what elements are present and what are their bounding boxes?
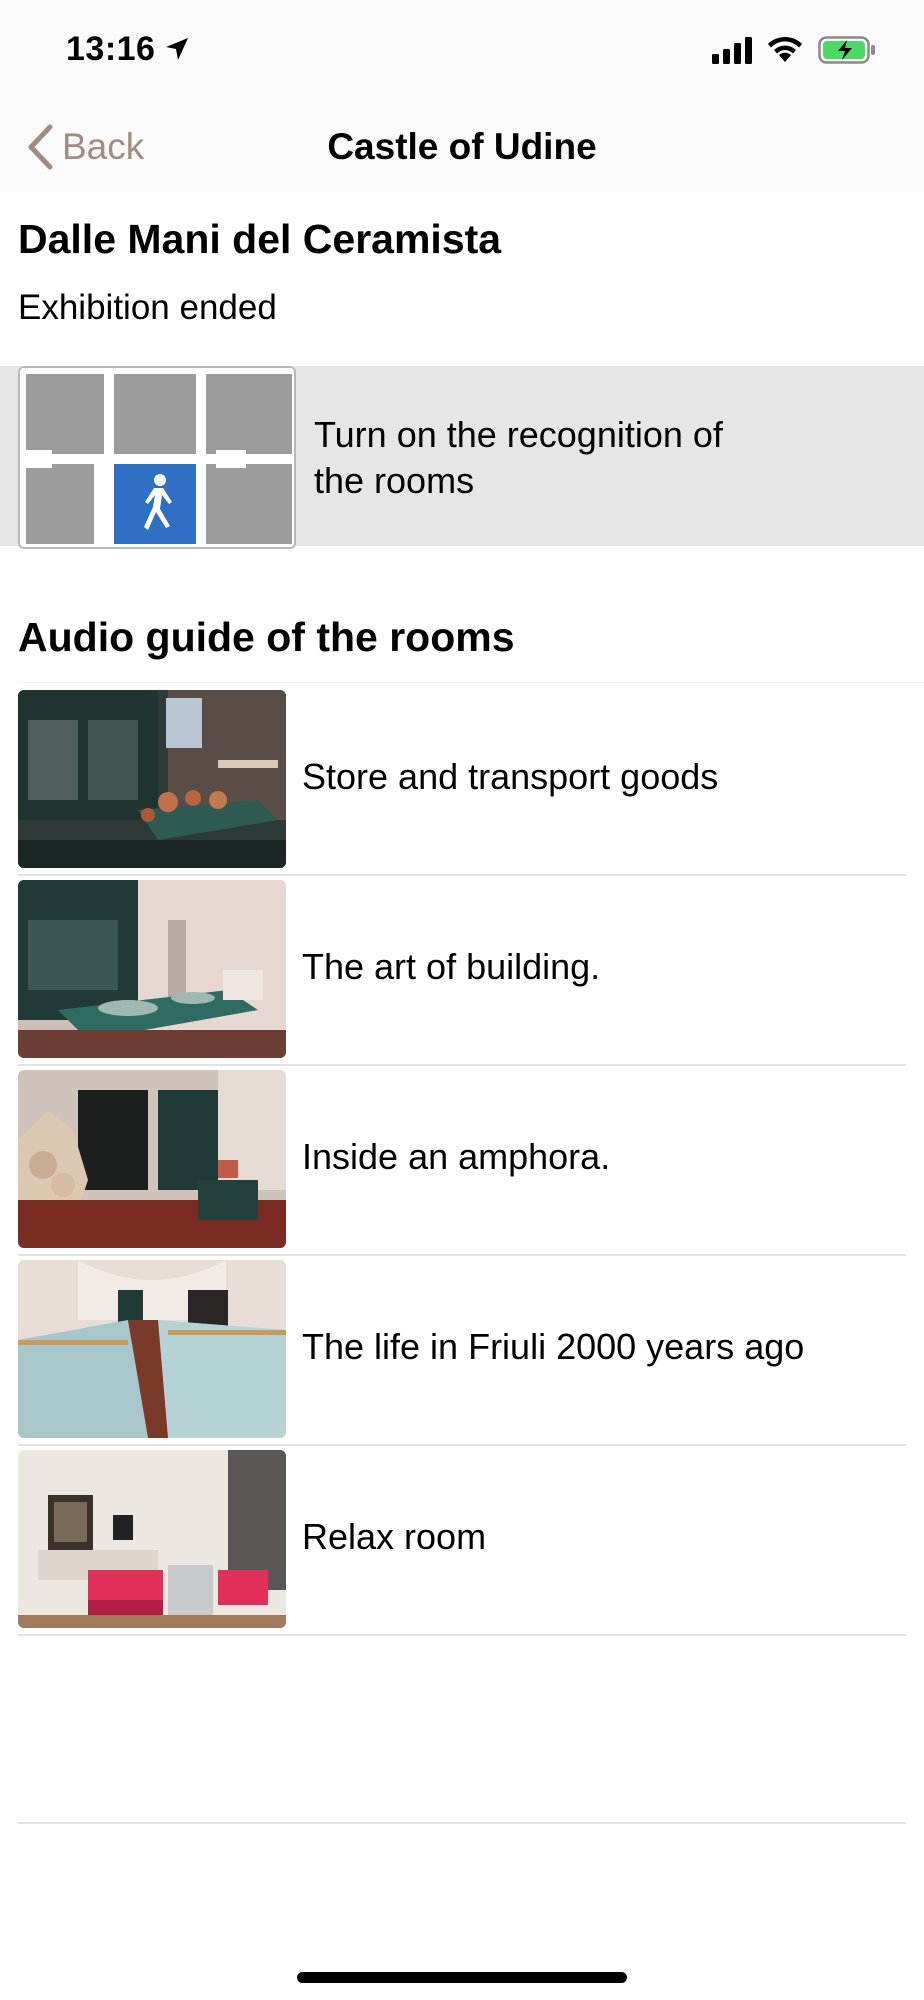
room-item-art-of-building[interactable]: The art of building. — [0, 880, 924, 1070]
status-bar: 13:16 — [0, 0, 924, 100]
room-item-inside-amphora[interactable]: Inside an amphora. — [0, 1070, 924, 1260]
divider — [18, 1064, 906, 1066]
wifi-icon — [768, 36, 802, 62]
floor-map-icon — [18, 366, 296, 549]
room-label: The art of building. — [302, 946, 601, 987]
room-list: Store and transport goods The art of bui… — [0, 690, 924, 1640]
home-indicator[interactable] — [297, 1972, 627, 1983]
room-recognition-toggle[interactable]: Turn on the recognition of the rooms — [0, 366, 924, 549]
room-thumbnail — [18, 1260, 286, 1438]
battery-charging-icon — [818, 36, 875, 64]
room-label: Inside an amphora. — [302, 1136, 611, 1177]
cellular-signal-icon — [712, 37, 752, 64]
room-item-life-in-friuli[interactable]: The life in Friuli 2000 years ago — [0, 1260, 924, 1450]
divider — [18, 1634, 906, 1636]
floor-map-graphic — [20, 368, 294, 547]
room-thumbnail — [18, 880, 286, 1058]
room-thumbnail — [18, 690, 286, 868]
navigation-bar: Back Castle of Udine — [0, 100, 924, 192]
room-recognition-line-2: the rooms — [314, 460, 475, 501]
room-thumbnail — [18, 1450, 286, 1628]
divider — [18, 1254, 906, 1256]
divider — [18, 874, 906, 876]
exhibition-title: Dalle Mani del Ceramista — [18, 216, 502, 262]
location-arrow-icon — [166, 38, 188, 60]
room-label: Relax room — [302, 1516, 487, 1557]
room-label: The life in Friuli 2000 years ago — [302, 1326, 805, 1367]
section-title: Audio guide of the rooms — [18, 614, 515, 660]
exhibition-status: Exhibition ended — [18, 288, 277, 327]
page-title: Castle of Udine — [327, 126, 597, 167]
room-label: Store and transport goods — [302, 756, 719, 797]
room-item-relax-room[interactable]: Relax room — [0, 1450, 924, 1640]
room-item-store-transport-goods[interactable]: Store and transport goods — [0, 690, 924, 880]
room-thumbnail — [18, 1070, 286, 1248]
room-recognition-line-1: Turn on the recognition of — [314, 414, 723, 455]
status-time: 13:16 — [66, 30, 156, 68]
room-recognition-label: Turn on the recognition of the rooms — [314, 412, 834, 504]
divider — [18, 1822, 906, 1824]
divider — [18, 682, 924, 683]
divider — [18, 1444, 906, 1446]
